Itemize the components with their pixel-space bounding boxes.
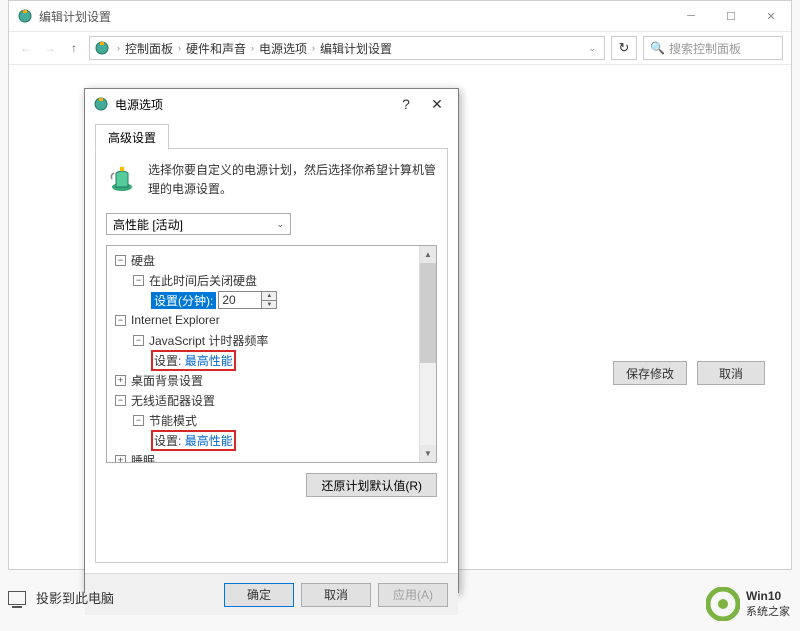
minutes-spinner[interactable]: ▲▼ [262, 291, 277, 309]
nav-forward-icon[interactable]: → [41, 39, 59, 57]
scroll-down-icon[interactable]: ▼ [420, 445, 436, 462]
tree-setting-minutes[interactable]: 设置(分钟): 20 ▲▼ [109, 290, 434, 310]
tree-sleep[interactable]: +睡眠 [109, 450, 434, 463]
taskbar-label: 投影到此电脑 [36, 588, 114, 607]
tab-content: 选择你要自定义的电源计划，然后选择你希望计算机管理的电源设置。 高性能 [活动]… [95, 149, 448, 563]
watermark-logo-icon [706, 587, 740, 621]
tree-scrollbar[interactable]: ▲ ▼ [419, 246, 436, 462]
scroll-thumb[interactable] [420, 263, 436, 363]
tab-advanced[interactable]: 高级设置 [95, 124, 169, 150]
tree-hard-disk[interactable]: −硬盘 [109, 250, 434, 270]
dlg-footer: 确定 取消 应用(A) [85, 573, 458, 615]
power-plan-icon [17, 8, 33, 24]
chevron-down-icon: ⌄ [276, 219, 284, 230]
minimize-button[interactable]: ─ [671, 1, 711, 31]
tree-desktop-bg[interactable]: +桌面背景设置 [109, 370, 434, 390]
breadcrumb-chevron-icon[interactable]: ⌄ [588, 43, 600, 54]
tree-power-save[interactable]: −节能模式 [109, 410, 434, 430]
cp-titlebar: 编辑计划设置 ─ ☐ ✕ [9, 1, 791, 31]
refresh-icon: ↻ [619, 40, 630, 56]
plan-selected-label: 高性能 [活动] [113, 216, 183, 233]
apply-button[interactable]: 应用(A) [378, 583, 448, 607]
maximize-button[interactable]: ☐ [711, 1, 751, 31]
cp-title: 编辑计划设置 [39, 8, 671, 25]
search-icon: 🔍 [650, 41, 665, 55]
close-button[interactable]: ✕ [751, 1, 791, 31]
cp-body: 保存修改 取消 [9, 65, 791, 89]
tree-wireless-setting[interactable]: 设置: 最高性能 [109, 430, 434, 450]
window-controls: ─ ☐ ✕ [671, 1, 791, 31]
cp-nav-bar: ← → ↑ › 控制面板 › 硬件和声音 › 电源选项 › 编辑计划设置 ⌄ ↻… [9, 31, 791, 65]
crumb-3[interactable]: 编辑计划设置 [318, 40, 394, 57]
dlg-icon [93, 96, 109, 112]
dlg-titlebar: 电源选项 ? ✕ [85, 89, 458, 119]
tree-ie[interactable]: −Internet Explorer [109, 310, 434, 330]
ok-button[interactable]: 确定 [224, 583, 294, 607]
search-placeholder: 搜索控制面板 [669, 40, 741, 57]
tree-js-timer[interactable]: −JavaScript 计时器频率 [109, 330, 434, 350]
cancel-button[interactable]: 取消 [301, 583, 371, 607]
watermark-line1: Win10 [746, 589, 790, 605]
taskbar-project-item[interactable]: 投影到此电脑 [8, 588, 114, 607]
help-button[interactable]: ? [392, 96, 420, 112]
tree-wireless[interactable]: −无线适配器设置 [109, 390, 434, 410]
power-options-dialog: 电源选项 ? ✕ 高级设置 选择你要自定义的电源计划，然后选择你希望计算机管理的… [84, 88, 459, 593]
watermark-line2: 系统之家 [746, 605, 790, 619]
project-icon [8, 591, 26, 605]
crumb-0[interactable]: 控制面板 [123, 40, 175, 57]
dlg-close-button[interactable]: ✕ [420, 96, 454, 113]
restore-defaults-button[interactable]: 还原计划默认值(R) [306, 473, 437, 497]
minutes-input[interactable]: 20 [218, 291, 262, 309]
cp-cancel-button[interactable]: 取消 [697, 361, 765, 385]
search-input[interactable]: 🔍 搜索控制面板 [643, 36, 783, 60]
battery-icon [106, 161, 138, 193]
tree-js-setting[interactable]: 设置: 最高性能 [109, 350, 434, 370]
nav-up-icon[interactable]: ↑ [65, 39, 83, 57]
tree-hd-turnoff[interactable]: −在此时间后关闭硬盘 [109, 270, 434, 290]
crumb-1[interactable]: 硬件和声音 [184, 40, 248, 57]
scroll-up-icon[interactable]: ▲ [420, 246, 436, 263]
save-changes-button[interactable]: 保存修改 [613, 361, 687, 385]
nav-back-icon[interactable]: ← [17, 39, 35, 57]
crumb-2[interactable]: 电源选项 [257, 40, 309, 57]
dlg-description: 选择你要自定义的电源计划，然后选择你希望计算机管理的电源设置。 [148, 161, 437, 199]
breadcrumb-icon [94, 40, 110, 56]
watermark: Win10 系统之家 [706, 587, 790, 621]
dlg-title: 电源选项 [115, 96, 392, 113]
plan-select[interactable]: 高性能 [活动] ⌄ [106, 213, 291, 235]
tab-strip: 高级设置 [95, 123, 448, 149]
breadcrumb[interactable]: › 控制面板 › 硬件和声音 › 电源选项 › 编辑计划设置 ⌄ [89, 36, 605, 60]
settings-tree: −硬盘 −在此时间后关闭硬盘 设置(分钟): 20 ▲▼ −Internet E… [106, 245, 437, 463]
refresh-button[interactable]: ↻ [611, 36, 637, 60]
